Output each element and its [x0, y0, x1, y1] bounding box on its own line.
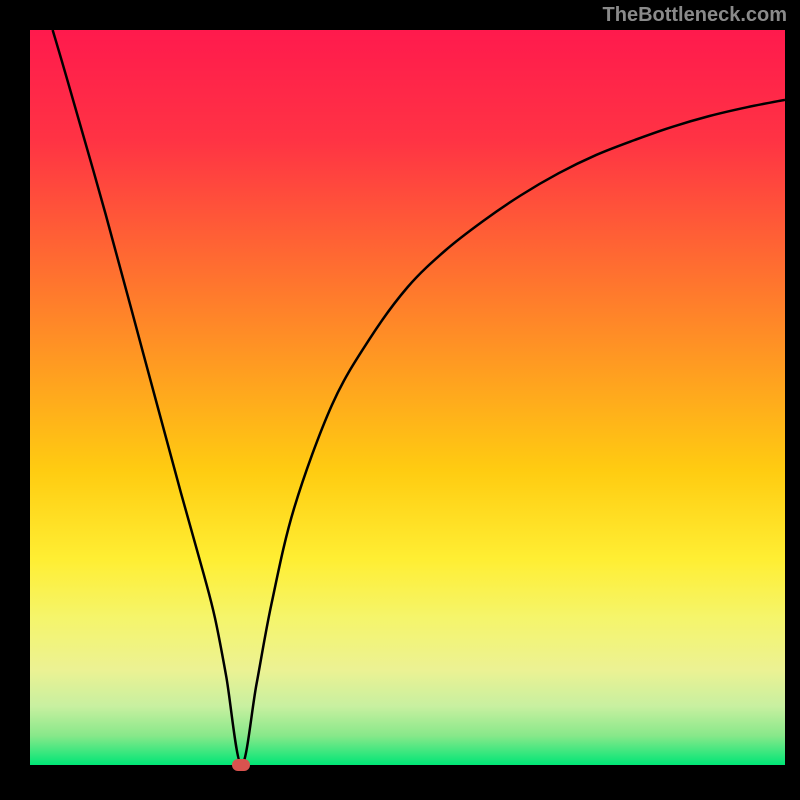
bottleneck-curve — [30, 30, 785, 765]
watermark-text: TheBottleneck.com — [603, 4, 787, 27]
chart-plot-area — [30, 30, 785, 765]
optimal-point-marker — [232, 759, 250, 771]
